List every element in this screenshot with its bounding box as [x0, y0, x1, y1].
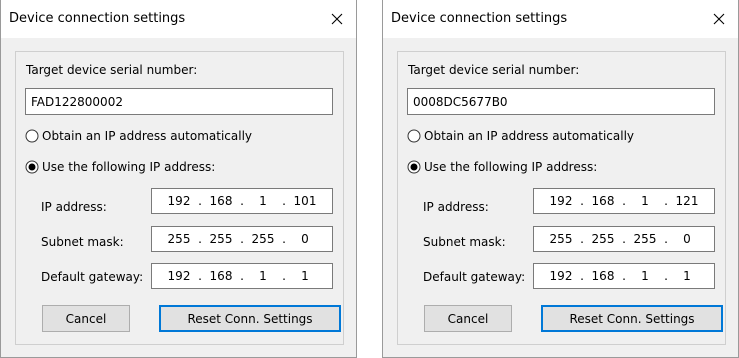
serial-label: Target device serial number: — [26, 63, 198, 77]
radio-auto-label: Obtain an IP address automatically — [42, 129, 253, 143]
radio-manual-label: Use the following IP address: — [424, 160, 598, 174]
gateway-octet: 1 — [301, 269, 309, 283]
cancel-button[interactable]: Cancel — [42, 305, 130, 332]
ip-octet: 192 — [167, 194, 191, 208]
gateway-octet: 192 — [167, 269, 191, 283]
titlebar: Device connection settings — [383, 0, 738, 38]
ip-octet: 1 — [259, 194, 267, 208]
gateway-octet: 1 — [259, 269, 267, 283]
mask-octet: 255 — [209, 232, 233, 246]
gateway-octet: 1 — [683, 269, 691, 283]
subnet-mask-label: Subnet mask: — [41, 235, 124, 249]
ip-octet: 168 — [209, 194, 233, 208]
mask-octet: 255 — [167, 232, 191, 246]
radio-use-following[interactable]: Use the following IP address: — [25, 160, 215, 174]
radio-auto-label: Obtain an IP address automatically — [424, 129, 635, 143]
titlebar: Device connection settings — [1, 0, 356, 38]
default-gateway-label: Default gateway: — [41, 270, 144, 284]
close-icon — [713, 13, 725, 25]
radio-manual-label: Use the following IP address: — [42, 160, 216, 174]
cancel-button[interactable]: Cancel — [424, 305, 512, 332]
default-gateway-label: Default gateway: — [423, 270, 526, 284]
ip-address-input[interactable]: 192. 168. 1. 101 — [151, 188, 333, 214]
reset-conn-settings-button[interactable]: Reset Conn. Settings — [159, 305, 341, 332]
device-connection-dialog-left: Device connection settings Target device… — [0, 0, 357, 358]
close-button[interactable] — [324, 6, 350, 32]
ip-octet: 1 — [641, 194, 649, 208]
radio-use-following[interactable]: Use the following IP address: — [407, 160, 597, 174]
ip-address-label: IP address: — [41, 200, 107, 214]
dialog-title: Device connection settings — [9, 11, 186, 26]
mask-octet: 255 — [549, 232, 573, 246]
ip-address-input[interactable]: 192. 168. 1. 121 — [533, 188, 715, 214]
dialog-title: Device connection settings — [391, 11, 568, 26]
subnet-mask-input[interactable]: 255. 255. 255. 0 — [151, 226, 333, 252]
radio-obtain-auto[interactable]: Obtain an IP address automatically — [407, 129, 634, 143]
ip-octet: 121 — [675, 194, 699, 208]
default-gateway-input[interactable]: 192. 168. 1. 1 — [533, 263, 715, 289]
radio-checked-icon — [407, 160, 421, 174]
subnet-mask-label: Subnet mask: — [423, 235, 506, 249]
close-icon — [331, 13, 343, 25]
serial-input[interactable]: 0008DC5677B0 — [407, 88, 715, 115]
radio-unchecked-icon — [407, 129, 421, 143]
radio-checked-icon — [25, 160, 39, 174]
close-button[interactable] — [706, 6, 732, 32]
mask-octet: 0 — [301, 232, 309, 246]
subnet-mask-input[interactable]: 255. 255. 255. 0 — [533, 226, 715, 252]
default-gateway-input[interactable]: 192. 168. 1. 1 — [151, 263, 333, 289]
gateway-octet: 1 — [641, 269, 649, 283]
ip-octet: 168 — [591, 194, 615, 208]
ip-address-label: IP address: — [423, 200, 489, 214]
mask-octet: 255 — [591, 232, 615, 246]
mask-octet: 0 — [683, 232, 691, 246]
reset-conn-settings-button[interactable]: Reset Conn. Settings — [541, 305, 723, 332]
gateway-octet: 168 — [209, 269, 233, 283]
mask-octet: 255 — [251, 232, 275, 246]
mask-octet: 255 — [633, 232, 657, 246]
device-connection-dialog-right: Device connection settings Target device… — [382, 0, 739, 358]
gateway-octet: 168 — [591, 269, 615, 283]
ip-octet: 101 — [293, 194, 317, 208]
gateway-octet: 192 — [549, 269, 573, 283]
settings-group: Target device serial number: FAD12280000… — [15, 51, 344, 345]
ip-octet: 192 — [549, 194, 573, 208]
radio-obtain-auto[interactable]: Obtain an IP address automatically — [25, 129, 252, 143]
radio-unchecked-icon — [25, 129, 39, 143]
serial-label: Target device serial number: — [408, 63, 580, 77]
settings-group: Target device serial number: 0008DC5677B… — [397, 51, 726, 345]
serial-input[interactable]: FAD122800002 — [25, 88, 333, 115]
